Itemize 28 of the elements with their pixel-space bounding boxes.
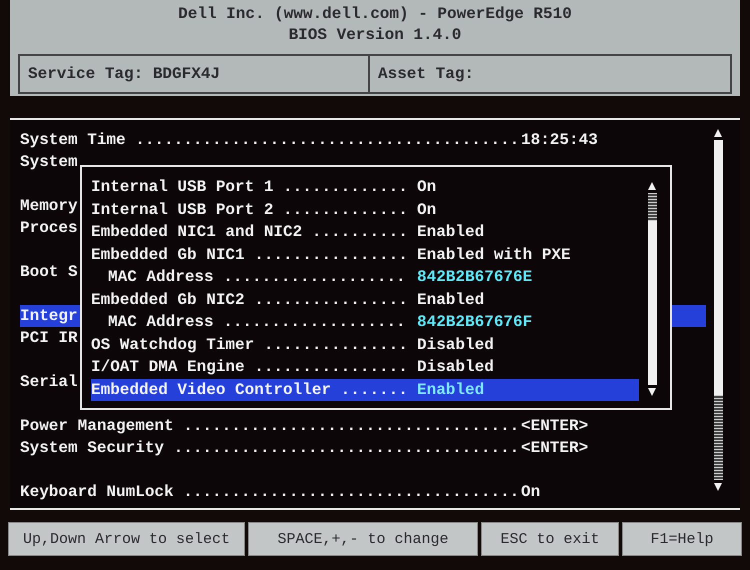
setup-menu-item[interactable]: System Time ........................................18:25:43 [20, 129, 706, 151]
scrollbar[interactable] [714, 140, 722, 480]
key-hint: ESC to exit [481, 522, 619, 556]
scrollbar[interactable] [648, 193, 656, 385]
bios-version: BIOS Version 1.4.0 [288, 26, 462, 44]
option-row[interactable]: Internal USB Port 1 ............. On [91, 176, 639, 198]
option-row[interactable]: Embedded Gb NIC2 ................ Enabled [91, 288, 639, 311]
option-row[interactable]: Embedded Video Controller ....... Enabled [91, 378, 639, 401]
option-row[interactable]: Internal USB Port 2 ............. On [91, 198, 639, 221]
key-hint: SPACE,+,- to change [248, 522, 478, 556]
scroll-down-icon[interactable] [713, 482, 723, 492]
option-row[interactable]: MAC Address ................... 842B2B67676F [91, 311, 639, 334]
option-row[interactable]: Embedded Gb NIC1 ................ Enabled with PXE [91, 244, 639, 266]
asset-tag: Asset Tag: [378, 65, 474, 83]
scroll-up-icon[interactable] [647, 181, 657, 191]
bios-vendor-title: Dell Inc. (www.dell.com) - PowerEdge R510 [178, 5, 572, 23]
setup-menu-item[interactable]: Keyboard NumLock ...................................On [20, 481, 706, 503]
setup-menu-item[interactable]: Power Management ...................................<ENTER> [20, 415, 706, 437]
key-hint: F1=Help [622, 522, 742, 556]
scroll-down-icon[interactable] [647, 387, 657, 397]
option-row[interactable]: I/OAT DMA Engine ................ Disabled [91, 356, 639, 378]
setup-menu-item[interactable]: System Security ....................................<ENTER> [20, 437, 706, 459]
scroll-up-icon[interactable] [713, 128, 723, 138]
option-row[interactable]: MAC Address ................... 842B2B67676E [91, 266, 639, 288]
service-tag: Service Tag: BDGFX4J [28, 65, 220, 83]
option-row[interactable]: Embedded NIC1 and NIC2 .......... Enabled [91, 221, 639, 244]
option-row[interactable]: OS Watchdog Timer ............... Disabled [91, 334, 639, 356]
key-hint: Up,Down Arrow to select [8, 522, 245, 556]
